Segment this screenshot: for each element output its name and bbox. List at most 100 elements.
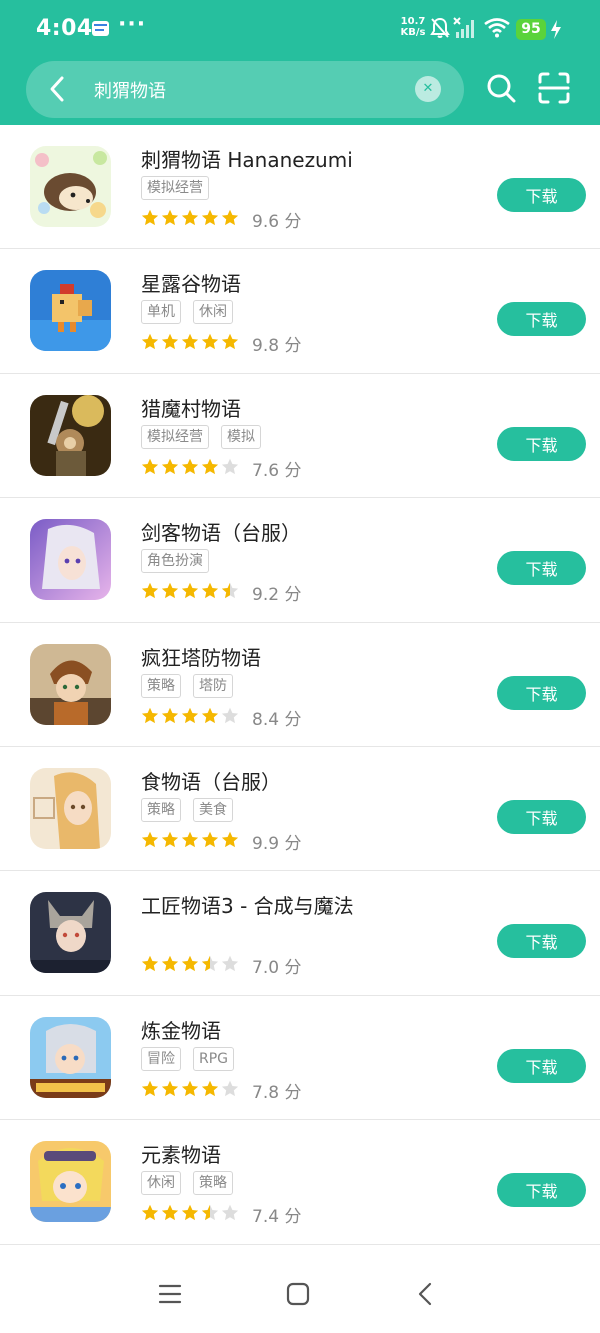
- menu-icon[interactable]: [155, 1279, 185, 1309]
- app-icon: [30, 1141, 111, 1223]
- star-empty-icon: [221, 458, 239, 474]
- star-full-icon: [181, 334, 199, 350]
- star-full-icon: [161, 582, 179, 599]
- network-speed-unit: KB/s: [400, 27, 426, 38]
- list-item[interactable]: 猎魔村物语 模拟经营 模拟 7.6 分 下载: [0, 374, 600, 499]
- star-full-icon: [161, 1204, 179, 1221]
- search-icon[interactable]: [484, 71, 518, 105]
- more-notifications-icon: ···: [118, 12, 147, 37]
- list-item[interactable]: 疯狂塔防物语 策略 塔防 8.4 分 下载: [0, 623, 600, 747]
- star-full-icon: [201, 707, 219, 723]
- scan-icon[interactable]: [537, 71, 571, 105]
- star-full-icon: [201, 209, 219, 226]
- tag: 策略: [193, 1171, 233, 1196]
- battery-level: 95: [516, 19, 546, 40]
- back-icon[interactable]: [411, 1279, 441, 1309]
- download-button[interactable]: 下载: [497, 1173, 586, 1208]
- app-name: 剑客物语（台服）: [141, 521, 301, 546]
- app-icon: [30, 1016, 111, 1098]
- list-item[interactable]: 刺猬物语 Hananezumi 模拟经营 9.6 分 下载: [0, 125, 600, 250]
- tag: 塔防: [193, 673, 233, 698]
- star-full-icon: [161, 209, 179, 226]
- app-score: 9.9 分: [252, 833, 302, 854]
- star-half-icon: [201, 1204, 219, 1221]
- star-full-icon: [161, 956, 179, 972]
- app-name: 猎魔村物语: [141, 396, 241, 421]
- star-full-icon: [141, 458, 159, 474]
- wifi-icon: [484, 18, 510, 38]
- app-icon: [30, 519, 111, 601]
- download-button[interactable]: 下载: [497, 799, 586, 834]
- clear-button[interactable]: ✕: [415, 76, 441, 102]
- back-icon[interactable]: [42, 73, 74, 105]
- list-item[interactable]: 工匠物语3 - 合成与魔法 7.0 分 下载: [0, 871, 600, 996]
- mute-icon: [430, 17, 450, 38]
- star-full-icon: [201, 458, 219, 474]
- app-score: 7.6 分: [252, 460, 302, 481]
- star-full-icon: [201, 334, 219, 350]
- signal-off-icon: [453, 17, 474, 38]
- download-button[interactable]: 下载: [497, 551, 586, 586]
- tag: 单机: [141, 300, 181, 325]
- navigation-bar: [0, 1255, 600, 1333]
- download-button[interactable]: 下载: [497, 426, 586, 461]
- app-name: 刺猬物语 Hananezumi: [141, 148, 353, 172]
- star-empty-icon: [221, 707, 239, 723]
- tag-list: 角色扮演: [141, 549, 221, 574]
- status-time: 4:04: [36, 16, 93, 41]
- star-half-icon: [201, 956, 219, 972]
- tag: 休闲: [141, 1171, 181, 1196]
- star-full-icon: [221, 334, 239, 350]
- star-full-icon: [181, 1080, 199, 1096]
- download-button[interactable]: 下载: [497, 1048, 586, 1083]
- star-full-icon: [161, 458, 179, 474]
- list-item[interactable]: 星露谷物语 单机 休闲 9.8 分 下载: [0, 249, 600, 374]
- download-button[interactable]: 下载: [497, 675, 586, 710]
- tag: 角色扮演: [141, 549, 209, 574]
- tag: 策略: [141, 673, 181, 698]
- star-full-icon: [181, 956, 199, 972]
- list-item[interactable]: 炼金物语 冒险 RPG 7.8 分 下载: [0, 996, 600, 1121]
- download-button[interactable]: 下载: [497, 178, 586, 212]
- search-input[interactable]: [94, 75, 394, 105]
- network-speed: 10.7 KB/s: [398, 16, 428, 38]
- app-icon: [30, 643, 111, 725]
- list-item[interactable]: 元素物语 休闲 策略 7.4 分 下载: [0, 1120, 600, 1245]
- star-full-icon: [181, 582, 199, 599]
- app-score: 8.4 分: [252, 709, 302, 730]
- app-score: 7.4 分: [252, 1207, 302, 1228]
- download-button[interactable]: 下载: [497, 302, 586, 337]
- app-icon: [30, 394, 111, 476]
- star-full-icon: [201, 1080, 219, 1096]
- star-empty-icon: [221, 956, 239, 972]
- tag: 休闲: [193, 300, 233, 325]
- clear-icon: ✕: [422, 81, 434, 96]
- tag-list: 策略 塔防: [141, 673, 245, 698]
- star-full-icon: [221, 831, 239, 848]
- star-full-icon: [141, 1204, 159, 1221]
- tag: 模拟经营: [141, 424, 209, 449]
- search-bar: ✕: [26, 61, 464, 118]
- star-empty-icon: [221, 1080, 239, 1096]
- tag: 模拟: [221, 424, 261, 449]
- app-name: 食物语（台服）: [141, 769, 281, 794]
- app-name: 疯狂塔防物语: [141, 645, 261, 670]
- app-name: 炼金物语: [141, 1018, 221, 1043]
- app-icon: [30, 146, 111, 227]
- star-full-icon: [161, 1080, 179, 1096]
- tag-list: 单机 休闲: [141, 300, 245, 325]
- tag: 冒险: [141, 1046, 181, 1071]
- app-name: 元素物语: [141, 1143, 221, 1168]
- list-item[interactable]: 剑客物语（台服） 角色扮演 9.2 分 下载: [0, 498, 600, 623]
- star-full-icon: [161, 831, 179, 848]
- star-full-icon: [181, 707, 199, 723]
- header: 4:04 ··· 10.7 KB/s 95 刺猬物语 ✕: [0, 0, 600, 125]
- app-icon: [30, 892, 111, 974]
- app-score: 9.8 分: [252, 336, 302, 357]
- list-item[interactable]: 食物语（台服） 策略 美食 9.9 分 下载: [0, 747, 600, 872]
- app-score: 7.0 分: [252, 958, 302, 979]
- download-button[interactable]: 下载: [497, 924, 586, 959]
- star-full-icon: [181, 831, 199, 848]
- star-full-icon: [141, 582, 159, 599]
- home-icon[interactable]: [283, 1279, 313, 1309]
